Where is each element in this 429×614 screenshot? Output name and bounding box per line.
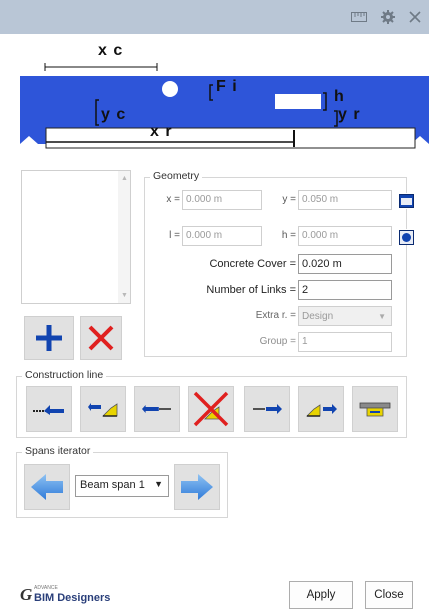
h-label-field: h = (281, 230, 296, 241)
delete-line-icon (193, 391, 229, 427)
reinforcement-list[interactable]: ▲ ▼ (21, 170, 131, 304)
move-left-with-bar-icon (88, 403, 118, 417)
fi-label: F i (216, 78, 238, 95)
chevron-down-icon: ▼ (378, 312, 386, 321)
gear-icon[interactable] (379, 9, 397, 25)
previous-span-button[interactable] (24, 464, 70, 510)
close-icon[interactable] (406, 9, 424, 25)
h-field[interactable] (298, 226, 392, 246)
geometry-legend: Geometry (150, 170, 203, 182)
list-scrollbar[interactable]: ▲ ▼ (118, 171, 130, 303)
pick-shape-icon (398, 229, 414, 245)
concrete-cover-field[interactable] (298, 254, 392, 274)
logo-g-mark: G (20, 585, 33, 604)
pick-window-icon (398, 194, 414, 208)
span-select-value: Beam span 1 (80, 479, 145, 491)
next-span-button[interactable] (174, 464, 220, 510)
plus-icon (36, 325, 62, 351)
beam-diagram: x c F i y c h y r x r (0, 40, 429, 160)
arrow-left-button[interactable] (134, 386, 180, 432)
x-label: x = (166, 194, 180, 205)
spans-iterator-legend: Spans iterator (22, 445, 94, 457)
extra-r-select[interactable]: Design ▼ (298, 306, 392, 326)
construction-line-legend: Construction line (22, 369, 107, 381)
arrow-right-big-icon (181, 474, 213, 500)
extra-r-value: Design (302, 311, 334, 322)
delete-button[interactable] (80, 316, 122, 360)
yc-label: y c (101, 106, 127, 123)
move-right-with-bar-button[interactable] (298, 386, 344, 432)
pick-size-button[interactable] (398, 229, 414, 245)
arrow-left-big-icon (31, 474, 63, 500)
insert-bar-button[interactable] (352, 386, 398, 432)
h-label: h (334, 88, 344, 105)
y-field[interactable] (298, 190, 392, 210)
ruler-icon[interactable] (350, 9, 368, 25)
group-field[interactable] (298, 332, 392, 352)
scroll-up-icon[interactable]: ▲ (121, 175, 128, 182)
delete-x-icon (88, 325, 114, 351)
insert-bar-icon (359, 402, 391, 417)
xc-label: x c (98, 42, 124, 59)
concrete-cover-label: Concrete Cover = (209, 258, 296, 270)
chevron-down-icon: ▼ (154, 479, 163, 489)
l-field[interactable] (182, 226, 262, 246)
span-select[interactable]: Beam span 1 ▼ (75, 475, 169, 497)
apply-button[interactable]: Apply (289, 581, 353, 609)
yr-label: y r (338, 106, 361, 123)
arrow-right-button[interactable] (244, 386, 290, 432)
close-button[interactable]: Close (365, 581, 413, 609)
y-label: y = (282, 194, 296, 205)
number-of-links-field[interactable] (298, 280, 392, 300)
move-right-with-bar-icon (306, 404, 337, 417)
group-label: Group = (259, 336, 296, 347)
move-left-with-bar-button[interactable] (80, 386, 126, 432)
delete-line-button[interactable] (188, 386, 234, 432)
extra-r-label: Extra r. = (255, 310, 296, 321)
beam-drawing (20, 63, 429, 149)
extend-left-button[interactable] (26, 386, 72, 432)
add-button[interactable] (24, 316, 74, 360)
number-of-links-label: Number of Links = (206, 284, 296, 296)
logo-small-text: ADVANCE (34, 585, 58, 591)
title-bar (0, 0, 429, 34)
l-label: l = (169, 230, 180, 241)
arrow-left-icon (142, 405, 171, 413)
arrow-right-icon (253, 404, 282, 414)
x-field[interactable] (182, 190, 262, 210)
xr-label: x r (150, 123, 173, 140)
pick-position-button[interactable] (398, 193, 414, 209)
extend-left-icon (33, 405, 64, 415)
logo-text: BIM Designers (34, 592, 111, 604)
scroll-down-icon[interactable]: ▼ (121, 292, 128, 299)
